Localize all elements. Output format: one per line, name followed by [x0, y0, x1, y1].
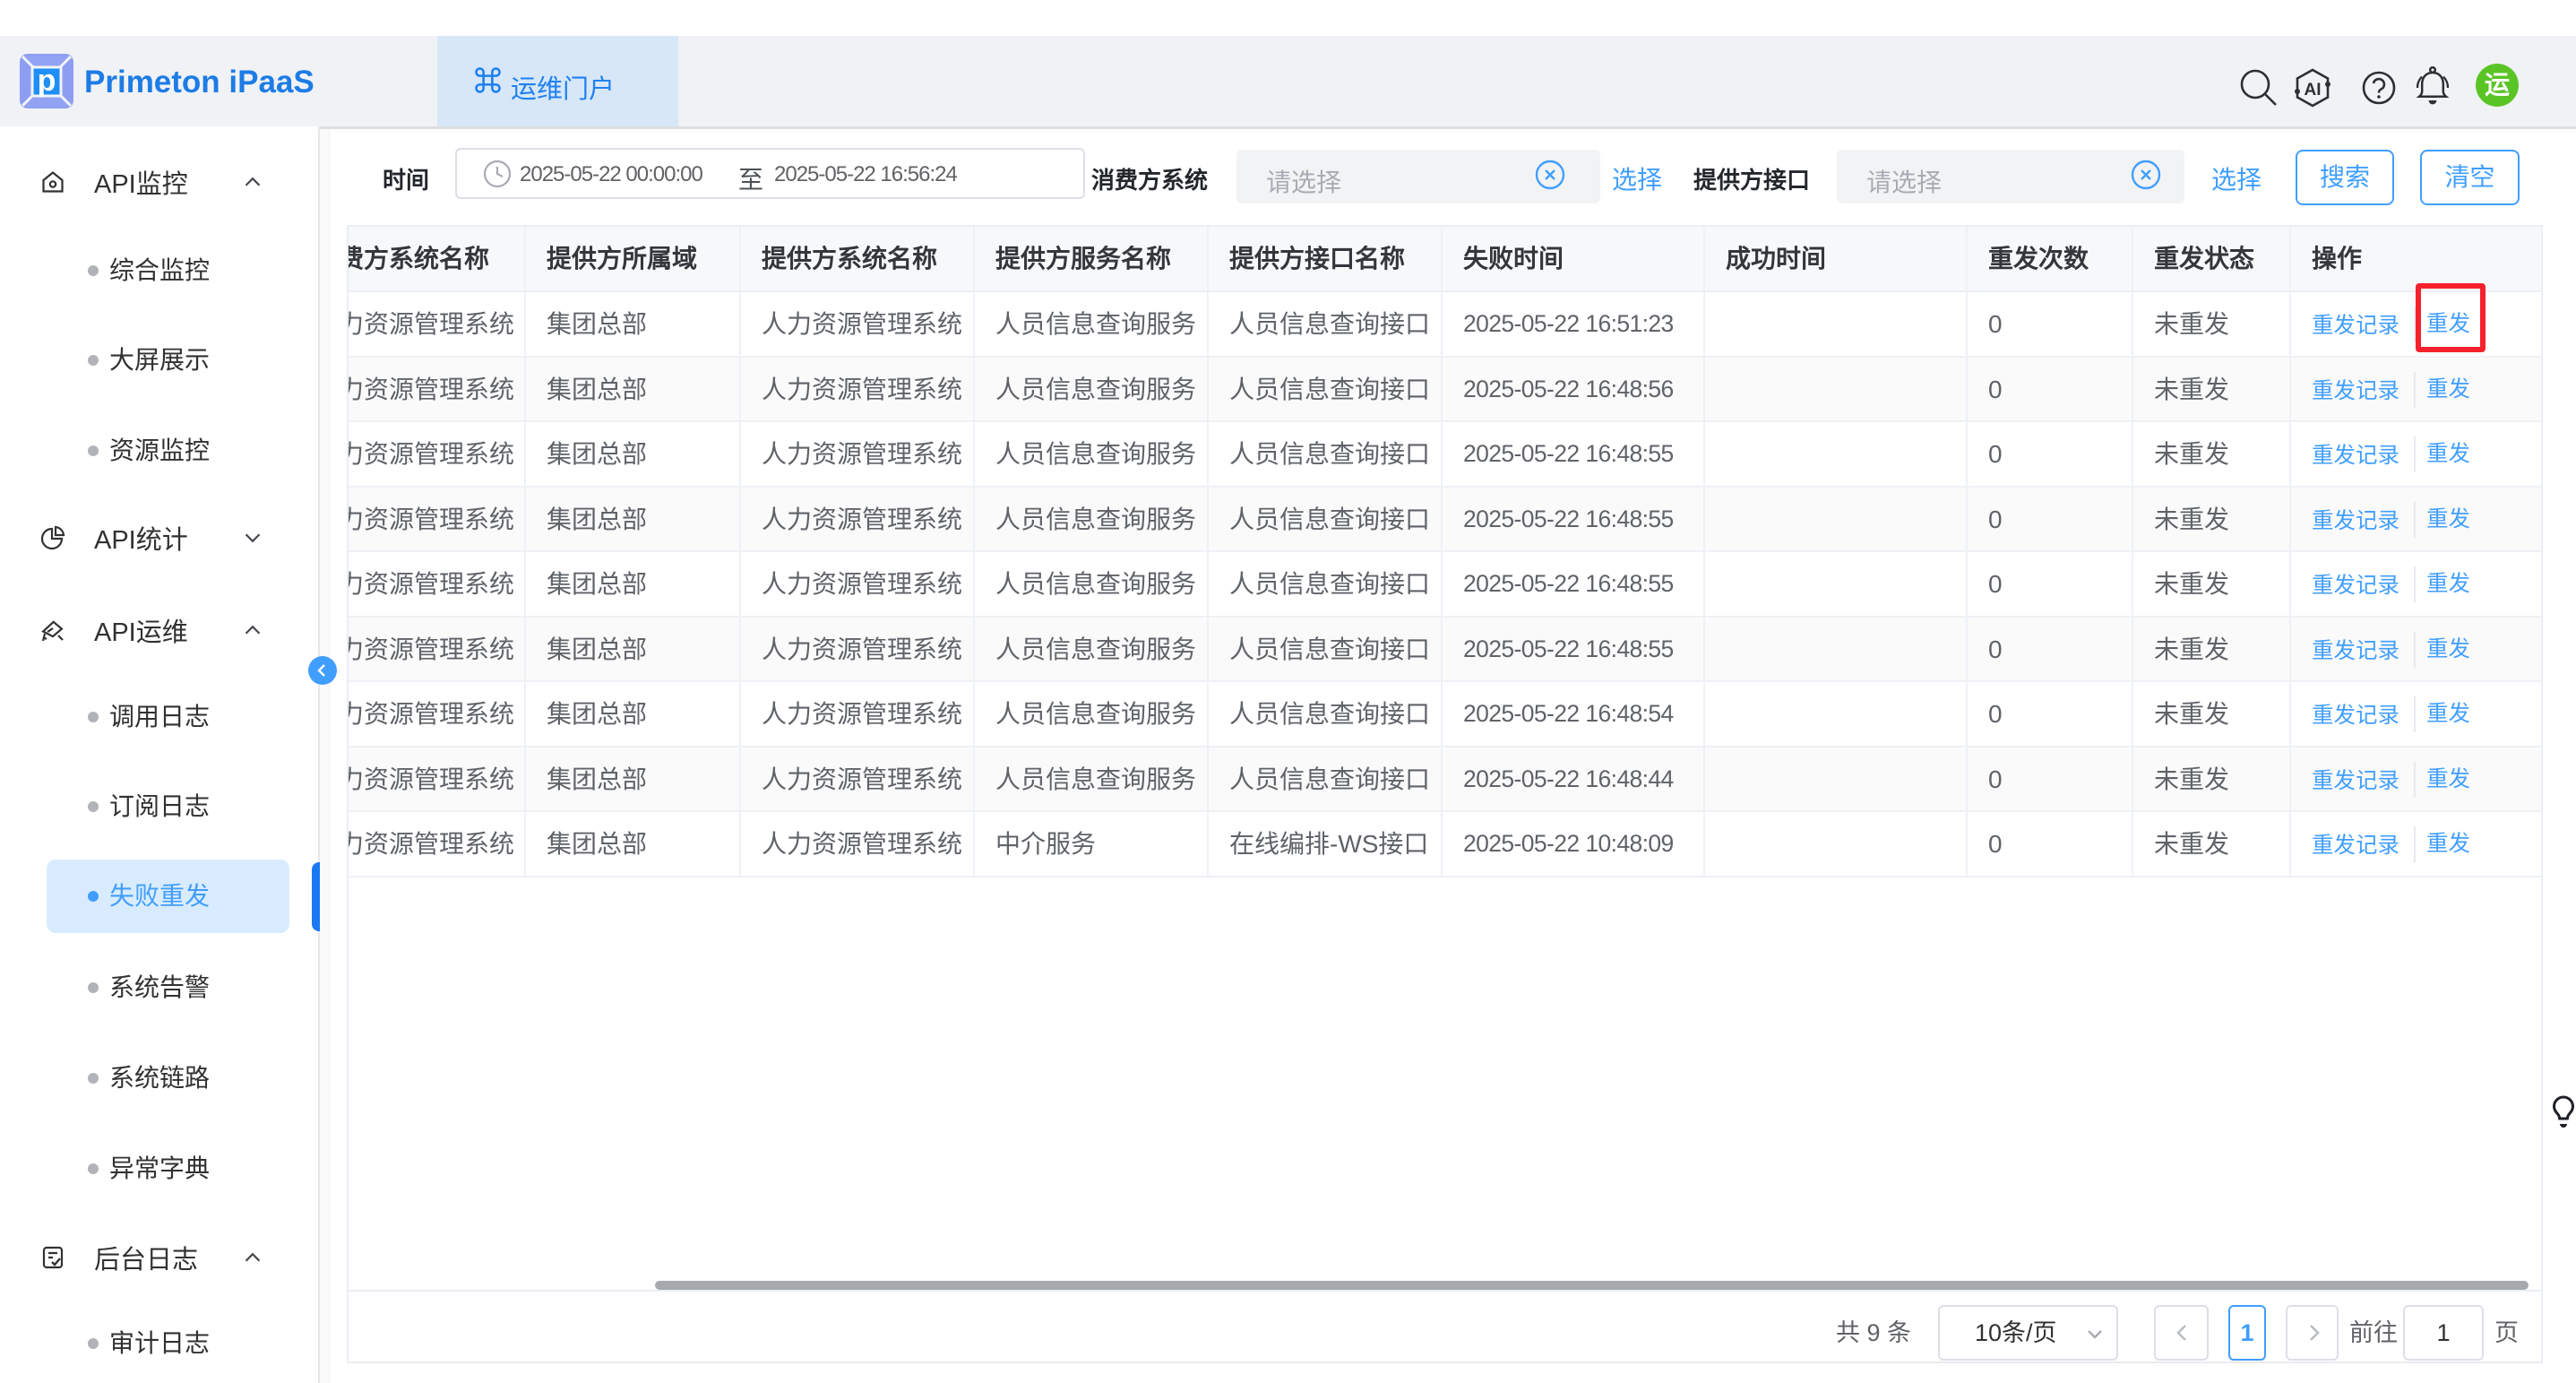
svg-text:AI: AI: [2305, 81, 2322, 99]
svg-text:p: p: [38, 64, 56, 98]
